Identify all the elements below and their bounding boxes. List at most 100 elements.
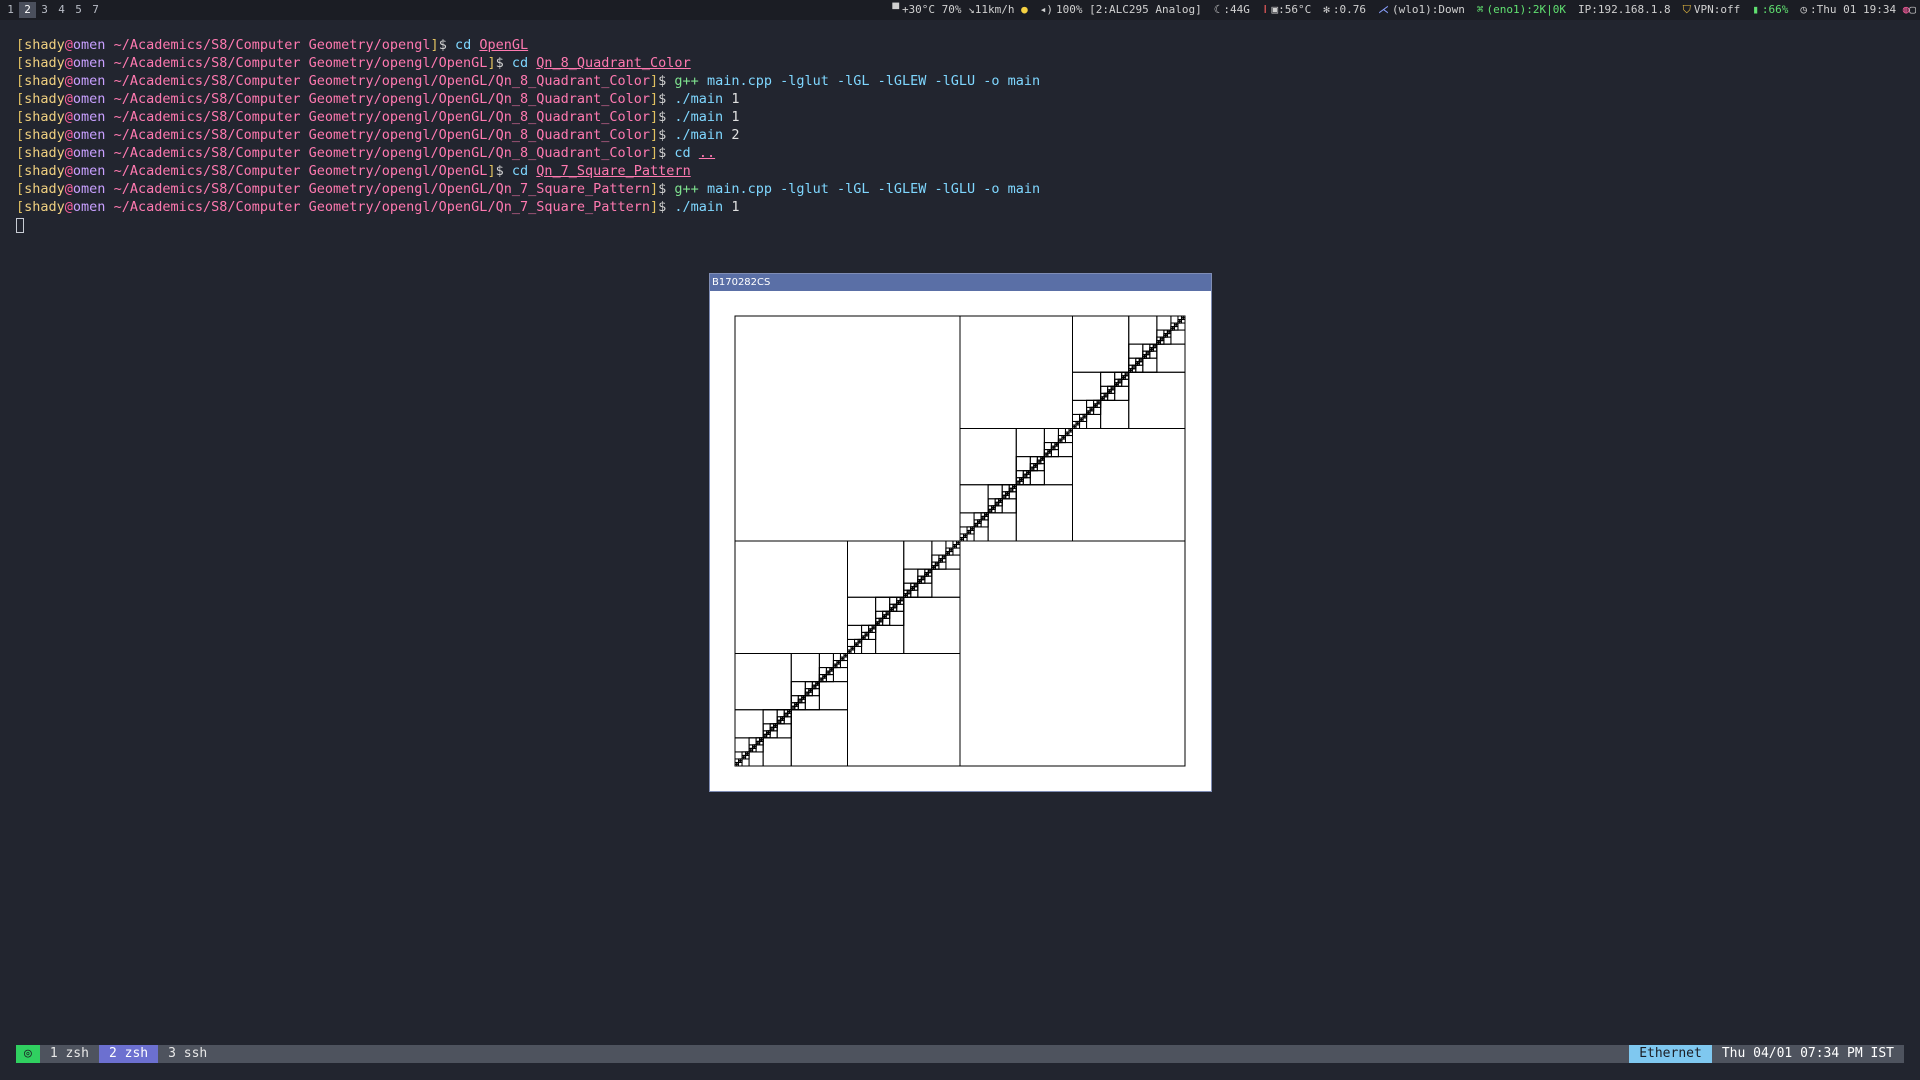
prompt-dollar: $ [658,145,675,161]
system-status: ▀ +30°C 70% ↘11km/h ● ◂) 100% [2:ALC295 An… [880,0,1916,20]
prompt-bracket: ] [487,163,496,179]
workspace-7[interactable]: 7 [87,0,104,20]
prompt-at: @ [64,37,73,53]
terminal-line: [shady@omen ~/Academics/S8/Computer Geom… [16,36,1896,54]
prompt-host: omen [72,199,106,215]
prompt-at: @ [64,127,73,143]
prompt-bracket: ] [650,91,659,107]
prompt-bracket: ] [487,55,496,71]
clock-icon: ◷ [1800,3,1808,16]
tmux-window-3[interactable]: 3 ssh [158,1045,217,1063]
wifi-icon: ⋌ [1377,3,1389,16]
command: cd [511,163,529,179]
prompt-path: ~/Academics/S8/Computer Geometry/opengl/… [105,145,650,161]
prompt-bracket: [ [16,127,25,143]
prompt-path: ~/Academics/S8/Computer Geometry/opengl/… [105,55,488,71]
prompt-path: ~/Academics/S8/Computer Geometry/opengl/… [105,199,650,215]
prompt-dollar: $ [658,181,675,197]
terminal-line: [shady@omen ~/Academics/S8/Computer Geom… [16,180,1896,198]
prompt-bracket: ] [430,37,439,53]
terminal-line: [shady@omen ~/Academics/S8/Computer Geom… [16,90,1896,108]
prompt-host: omen [72,127,106,143]
wifi-status: ⋌ (wlo1):Down [1377,3,1465,16]
prompt-bracket: [ [16,55,25,71]
volume-status[interactable]: ◂) 100% [2:ALC295 Analog] [1040,0,1202,20]
prompt-user: shady [24,73,65,89]
prompt-at: @ [64,73,73,89]
ip-status: IP:192.168.1.8 [1577,3,1671,16]
prompt-dollar: $ [495,55,512,71]
prompt-host: omen [72,37,106,53]
terminal-line: [shady@omen ~/Academics/S8/Computer Geom… [16,126,1896,144]
prompt-dollar: $ [658,199,675,215]
prompt-path: ~/Academics/S8/Computer Geometry/opengl/… [105,127,650,143]
tmux-right-status: Ethernet Thu 04/01 07:34 PM IST [1629,1045,1904,1063]
weather-status: ▀ +30°C 70% ↘11km/h ● [892,3,1028,16]
terminal-input-line[interactable] [16,216,1896,234]
window-icon[interactable]: ▢ [1909,3,1916,16]
prompt-bracket: [ [16,163,25,179]
prompt-at: @ [64,109,73,125]
workspace-list: 123457 [2,0,104,20]
workspace-1[interactable]: 1 [2,0,19,20]
opengl-window[interactable]: B170282CS [709,273,1212,792]
session-icon: ◎ [16,1045,40,1063]
network-icon: ⌘ [1476,3,1484,16]
terminal-output[interactable]: [shady@omen ~/Academics/S8/Computer Geom… [16,36,1896,234]
workspace-5[interactable]: 5 [70,0,87,20]
prompt-user: shady [24,109,65,125]
window-title[interactable]: B170282CS [710,274,1211,291]
battery-status: ▮:66% [1752,3,1789,16]
command: cd [674,145,691,161]
command-arg: 2 [731,127,740,143]
display-icon: ▀ [892,3,899,16]
prompt-bracket: [ [16,181,25,197]
tmux-window-1[interactable]: 1 zsh [40,1045,99,1063]
command-arg: main.cpp [706,73,772,89]
command-arg: Qn_7_Square_Pattern [536,163,691,179]
prompt-bracket: [ [16,91,25,107]
prompt-user: shady [24,163,65,179]
square-pattern-canvas [734,315,1186,767]
network-badge: Ethernet [1629,1045,1712,1063]
pattern-square [1182,315,1186,319]
command: ./main [674,109,724,125]
terminal-line: [shady@omen ~/Academics/S8/Computer Geom… [16,54,1896,72]
workspace-3[interactable]: 3 [36,0,53,20]
fan-icon: ✻ [1323,3,1330,16]
command: g++ [674,73,699,89]
command-arg: .. [698,145,716,161]
prompt-bracket: [ [16,37,25,53]
command-arg: -lglut -lGL -lGLEW -lGLU -o main [771,73,1041,89]
prompt-user: shady [24,199,65,215]
terminal-line: [shady@omen ~/Academics/S8/Computer Geom… [16,72,1896,90]
battery-icon: ▮ [1752,3,1759,16]
prompt-bracket: ] [650,73,659,89]
command: ./main [674,127,724,143]
memory-status: ☾:44G [1213,3,1250,16]
prompt-path: ~/Academics/S8/Computer Geometry/opengl/… [105,91,650,107]
prompt-dollar: $ [658,109,675,125]
workspace-2[interactable]: 2 [19,2,36,18]
prompt-host: omen [72,145,106,161]
prompt-user: shady [24,181,65,197]
command: g++ [674,181,699,197]
prompt-path: ~/Academics/S8/Computer Geometry/opengl/… [105,181,650,197]
command: ./main [674,91,724,107]
prompt-path: ~/Academics/S8/Computer Geometry/opengl [105,37,431,53]
shield-icon: ⛉ [1682,3,1691,16]
tmux-window-2[interactable]: 2 zsh [98,1045,159,1063]
ethernet-status: ⌘ (eno1):2K|0K [1476,3,1566,16]
prompt-host: omen [72,91,106,107]
command-arg: Qn_8_Quadrant_Color [536,55,691,71]
prompt-at: @ [64,181,73,197]
prompt-at: @ [64,91,73,107]
workspace-4[interactable]: 4 [53,0,70,20]
command-arg: 1 [731,199,740,215]
prompt-user: shady [24,127,65,143]
command-arg: 1 [731,91,740,107]
prompt-user: shady [24,55,65,71]
load-status: ✻:0.76 [1323,3,1366,16]
prompt-host: omen [72,181,106,197]
terminal-line: [shady@omen ~/Academics/S8/Computer Geom… [16,108,1896,126]
